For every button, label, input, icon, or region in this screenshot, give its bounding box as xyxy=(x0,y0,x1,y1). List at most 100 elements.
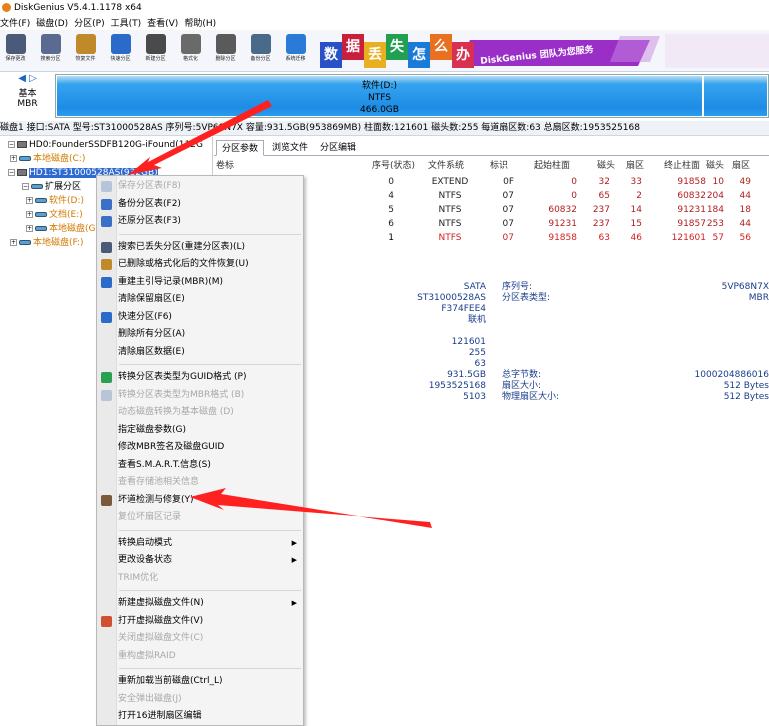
menu-item[interactable]: TRIM优化 xyxy=(118,570,303,587)
context-menu: 保存分区表(F8) 备份分区表(F2) 还原分区表(F3) 搜索已丢失分区(重建分区表… xyxy=(96,175,304,726)
quick-partition-button[interactable]: 快速分区 xyxy=(107,32,134,70)
menu-item-label: 复位坏扇区记录 xyxy=(118,512,182,522)
detail-value: 121601 xyxy=(451,337,486,347)
tree-node-f[interactable]: + 本地磁盘(F:) xyxy=(10,237,84,250)
menu-item-2[interactable]: 分区(P) xyxy=(74,16,104,29)
toolbar-label: 格式化 xyxy=(182,56,198,62)
column-header[interactable]: 磁头 xyxy=(597,159,615,173)
column-header[interactable]: 磁头 xyxy=(706,159,724,173)
tab-strip: 分区参数 浏览文件 分区编辑 xyxy=(214,140,769,156)
menu-item[interactable]: 还原分区表(F3) xyxy=(101,213,303,230)
menu-item-label: 搜索已丢失分区(重建分区表)(L) xyxy=(118,241,246,252)
tree-node-hd0[interactable]: − HD0:FounderSSDFB120G-iFound(112G xyxy=(8,139,203,152)
menu-item[interactable]: 修改MBR签名及磁盘GUID xyxy=(118,439,303,456)
menu-item[interactable]: 删除所有分区(A) xyxy=(118,326,303,343)
column-header[interactable]: 终止柱面 xyxy=(664,159,700,173)
search-button[interactable]: 搜索分区 xyxy=(37,32,64,70)
menu-item[interactable]: 安全弹出磁盘(J) xyxy=(118,691,303,708)
table-cell: 10 xyxy=(712,177,724,187)
menu-item-3[interactable]: 工具(T) xyxy=(111,16,142,29)
tree-node-c[interactable]: + 本地磁盘(C:) xyxy=(10,153,85,166)
menu-item[interactable]: 打开16进制扇区编辑 xyxy=(118,708,303,725)
menu-item[interactable]: 转换分区表类型为GUID格式 (P) xyxy=(101,369,303,386)
expand-icon[interactable]: − xyxy=(8,169,15,176)
tree-label: 软件(D:) xyxy=(49,196,84,206)
menu-item-0[interactable]: 文件(F) xyxy=(0,16,30,29)
column-header[interactable]: 扇区 xyxy=(626,159,644,173)
tree-node-d[interactable]: + 软件(D:) xyxy=(26,195,84,208)
menu-item[interactable]: 查看S.M.A.R.T.信息(S) xyxy=(118,457,303,474)
menu-item[interactable]: 重构虚拟RAID xyxy=(118,648,303,665)
menu-item[interactable]: 已删除或格式化后的文件恢复(U) xyxy=(101,256,303,273)
menu-item-label: 重构虚拟RAID xyxy=(118,650,176,661)
menu-item[interactable]: 快速分区(F6) xyxy=(101,309,303,326)
recover-icon xyxy=(75,34,96,54)
menu-item[interactable]: 清除扇区数据(E) xyxy=(118,344,303,361)
disk-nav-arrows[interactable]: ◀ ▷ xyxy=(0,72,55,86)
menu-item[interactable]: 复位坏扇区记录 xyxy=(118,509,303,526)
banner-char: 数 xyxy=(320,42,342,68)
expand-icon[interactable]: + xyxy=(10,239,17,246)
menu-item-1[interactable]: 磁盘(D) xyxy=(36,16,68,29)
menu-item[interactable]: 指定磁盘参数(G) xyxy=(118,422,303,439)
submenu-arrow-icon: ▶ xyxy=(291,538,297,547)
tree-node-extended[interactable]: − 扩展分区 xyxy=(22,181,81,194)
expand-icon[interactable]: − xyxy=(22,183,29,190)
tab-partition-edit[interactable]: 分区编辑 xyxy=(315,140,361,156)
table-cell: 91857 xyxy=(677,219,706,229)
title-bar: DiskGenius V5.4.1.1178 x64 xyxy=(0,0,769,15)
menu-item[interactable]: 清除保留扇区(E) xyxy=(118,291,303,308)
backup-button[interactable]: 备份分区 xyxy=(247,32,274,70)
menu-item[interactable]: 备份分区表(F2) xyxy=(101,196,303,213)
tab-partition-params[interactable]: 分区参数 xyxy=(216,140,265,156)
menu-item[interactable]: 更改设备状态 ▶ xyxy=(118,552,303,569)
menu-item[interactable]: 坏道检测与修复(Y) xyxy=(101,492,303,509)
partition-block-d[interactable]: 软件(D:) NTFS 466.0GB xyxy=(57,76,702,116)
expand-icon[interactable]: + xyxy=(10,155,17,162)
menu-item-label: 更改设备状态 xyxy=(118,555,173,565)
expand-icon[interactable]: + xyxy=(26,225,33,232)
quick-partition-icon xyxy=(110,34,131,54)
detail-value: 512 Bytes xyxy=(723,392,769,402)
menu-item[interactable]: 转换分区表类型为MBR格式 (B) xyxy=(101,387,303,404)
new-partition-button[interactable]: 新建分区 xyxy=(142,32,169,70)
menu-item[interactable]: 重建主引导记录(MBR)(M) xyxy=(101,274,303,291)
recover-button[interactable]: 恢复文件 xyxy=(72,32,99,70)
menu-item[interactable]: 打开虚拟磁盘文件(V) xyxy=(101,613,303,630)
table-cell: 18 xyxy=(739,205,751,215)
menu-item-label: 指定磁盘参数(G) xyxy=(118,424,186,435)
menu-item[interactable]: 搜索已丢失分区(重建分区表)(L) xyxy=(101,239,303,256)
menu-item[interactable]: 动态磁盘转换为基本磁盘 (D) xyxy=(118,404,303,421)
expand-icon[interactable]: + xyxy=(26,211,33,218)
menu-item[interactable]: 重新加载当前磁盘(Ctrl_L) xyxy=(118,673,303,690)
menu-item-4[interactable]: 查看(V) xyxy=(147,16,178,29)
menu-item[interactable]: 查看存储池相关信息 xyxy=(118,474,303,491)
table-cell: 33 xyxy=(630,177,642,187)
format-button[interactable]: 格式化 xyxy=(177,32,204,70)
partition-block-f[interactable] xyxy=(704,76,767,116)
tab-browse-files[interactable]: 浏览文件 xyxy=(267,140,313,156)
expand-icon[interactable]: + xyxy=(26,197,33,204)
menu-item[interactable]: 新建虚拟磁盘文件(N) ▶ xyxy=(118,595,303,612)
column-header[interactable]: 序号(状态) xyxy=(372,159,415,173)
column-header[interactable]: 扇区 xyxy=(732,159,750,173)
menu-item-label: 坏道检测与修复(Y) xyxy=(118,494,194,505)
save-button[interactable]: 保存更改 xyxy=(2,32,29,70)
tree-node-e[interactable]: + 文档(E:) xyxy=(26,209,83,222)
detail-value: 联机 xyxy=(467,315,486,325)
column-header[interactable]: 文件系统 xyxy=(428,159,464,173)
delete-button[interactable]: 删除分区 xyxy=(212,32,239,70)
menu-item[interactable]: 关闭虚拟磁盘文件(C) xyxy=(118,630,303,647)
detail-value: 63 xyxy=(474,359,486,369)
column-header[interactable]: 标识 xyxy=(490,159,508,173)
partition-icon xyxy=(31,184,43,189)
column-header[interactable]: 卷标 xyxy=(216,159,234,173)
menu-item[interactable]: 转换启动模式 ▶ xyxy=(118,535,303,552)
migrate-button[interactable]: 系统迁移 xyxy=(282,32,309,70)
detail-value: 5103 xyxy=(463,392,486,402)
expand-icon[interactable]: − xyxy=(8,141,15,148)
menu-item-5[interactable]: 帮助(H) xyxy=(184,16,216,29)
tree-node-g[interactable]: + 本地磁盘(G xyxy=(26,223,96,236)
column-header[interactable]: 起始柱面 xyxy=(534,159,570,173)
menu-item[interactable]: 保存分区表(F8) xyxy=(101,178,303,195)
